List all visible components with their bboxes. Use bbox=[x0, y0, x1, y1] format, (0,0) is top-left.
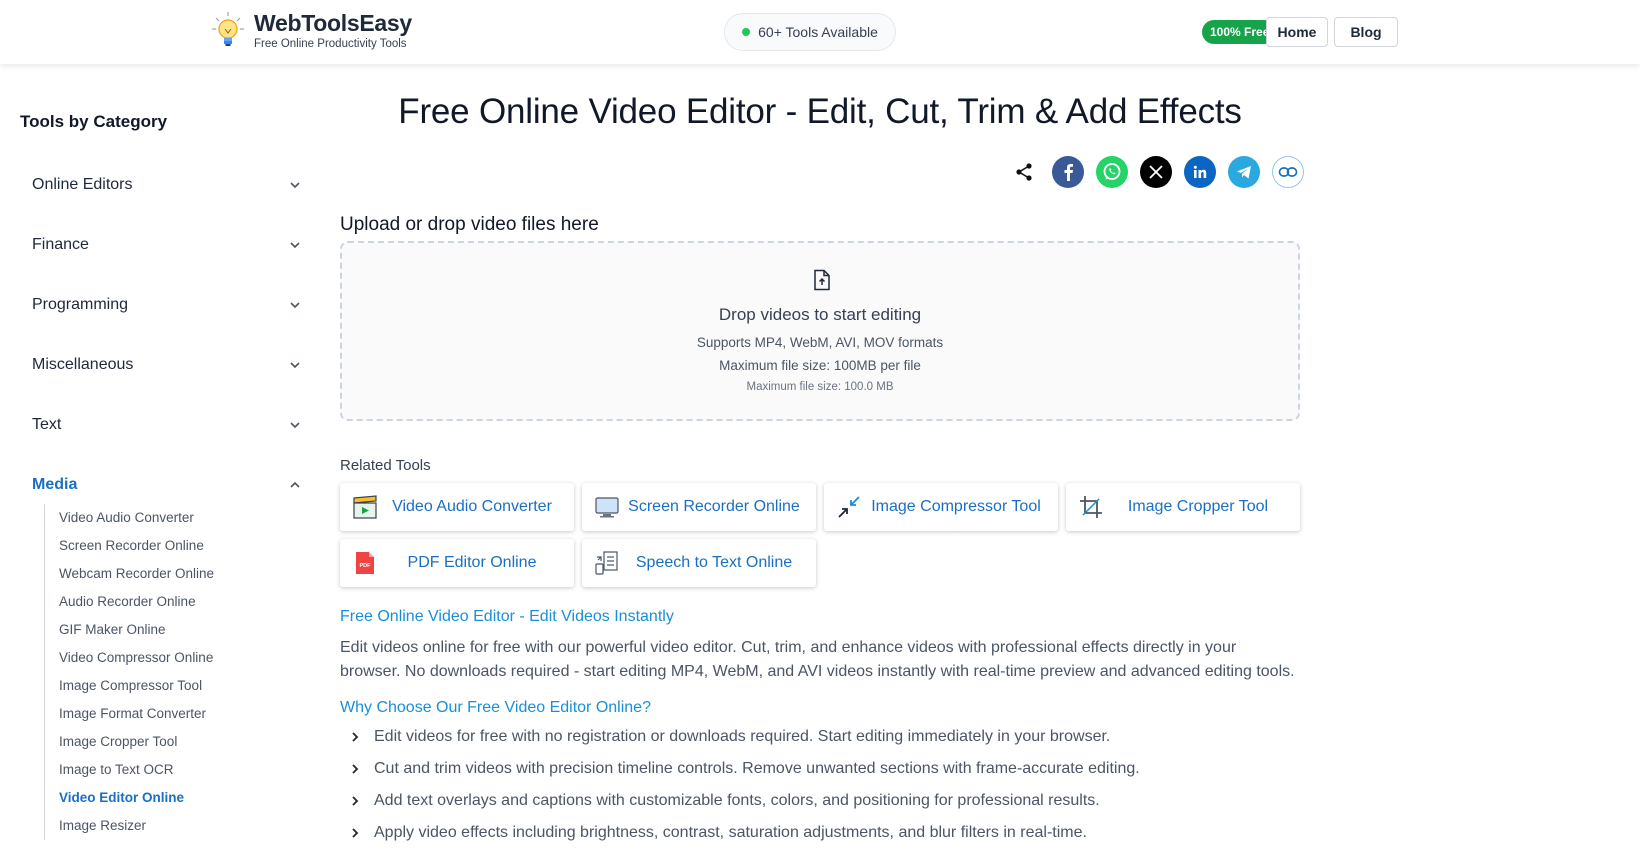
chevron-right-icon bbox=[352, 796, 359, 806]
sidebar-item-image-compressor[interactable]: Image Compressor Tool bbox=[59, 672, 214, 700]
svg-text:PDF: PDF bbox=[360, 563, 372, 569]
related-tool-label: Image Compressor Tool bbox=[871, 498, 1041, 515]
related-tool-image-compressor[interactable]: Image Compressor Tool bbox=[824, 483, 1058, 531]
top-header: WebToolsEasy Free Online Productivity To… bbox=[0, 0, 1640, 64]
dropzone-formats: Supports MP4, WebM, AVI, MOV formats bbox=[696, 335, 944, 350]
facebook-icon[interactable] bbox=[1052, 156, 1084, 188]
related-tool-pdf-editor[interactable]: PDF PDF Editor Online bbox=[340, 539, 574, 587]
media-tool-list: Video Audio Converter Screen Recorder On… bbox=[44, 504, 214, 840]
related-tool-video-audio-converter[interactable]: Video Audio Converter bbox=[340, 483, 574, 531]
lightbulb-logo-icon bbox=[212, 12, 244, 46]
sidebar-item-screen-recorder[interactable]: Screen Recorder Online bbox=[59, 532, 214, 560]
compress-arrows-icon bbox=[838, 496, 860, 518]
related-tool-image-cropper[interactable]: Image Cropper Tool bbox=[1066, 483, 1300, 531]
chevron-right-icon bbox=[352, 828, 359, 838]
why-heading[interactable]: Why Choose Our Free Video Editor Online? bbox=[340, 699, 651, 717]
sidebar-item-webcam-recorder[interactable]: Webcam Recorder Online bbox=[59, 560, 214, 588]
related-tool-label: PDF Editor Online bbox=[407, 554, 537, 571]
brand[interactable]: WebToolsEasy Free Online Productivity To… bbox=[210, 10, 412, 50]
category-sidebar: Tools by Category Online Editors Finance… bbox=[0, 64, 310, 856]
video-clapper-icon bbox=[353, 495, 377, 519]
file-upload-icon bbox=[814, 269, 830, 291]
list-item-text: Cut and trim videos with precision timel… bbox=[374, 760, 1140, 777]
category-label: Finance bbox=[32, 236, 89, 253]
status-dot-icon bbox=[742, 28, 751, 36]
chevron-down-icon bbox=[290, 362, 300, 369]
sidebar-item-audio-recorder[interactable]: Audio Recorder Online bbox=[59, 588, 214, 616]
list-item: Add text overlays and captions with cust… bbox=[348, 790, 1100, 812]
chevron-down-icon bbox=[290, 182, 300, 189]
category-label: Programming bbox=[32, 296, 129, 313]
dropzone-max-size-small: Maximum file size: 100.0 MB bbox=[746, 381, 894, 393]
list-item: Edit videos for free with no registratio… bbox=[348, 726, 1110, 748]
category-online-editors[interactable]: Online Editors bbox=[32, 170, 302, 200]
upload-label: Upload or drop video files here bbox=[340, 214, 599, 235]
related-tool-label: Image Cropper Tool bbox=[1127, 498, 1269, 515]
category-text[interactable]: Text bbox=[32, 410, 302, 440]
category-label: Online Editors bbox=[32, 176, 133, 193]
dropzone-max-size: Maximum file size: 100MB per file bbox=[719, 358, 921, 373]
chevron-right-icon bbox=[352, 732, 359, 742]
related-tool-label: Screen Recorder Online bbox=[628, 498, 800, 515]
whatsapp-icon[interactable] bbox=[1096, 156, 1128, 188]
category-programming[interactable]: Programming bbox=[32, 290, 302, 320]
crop-icon bbox=[1080, 496, 1102, 518]
brand-title: WebToolsEasy bbox=[254, 10, 412, 36]
sidebar-item-video-editor[interactable]: Video Editor Online bbox=[59, 784, 214, 812]
related-tools-label: Related Tools bbox=[340, 457, 431, 474]
monitor-icon bbox=[595, 497, 619, 518]
chevron-down-icon bbox=[290, 422, 300, 429]
share-icon[interactable] bbox=[1008, 156, 1040, 188]
chevron-down-icon bbox=[290, 242, 300, 249]
sidebar-item-video-audio-converter[interactable]: Video Audio Converter bbox=[59, 504, 214, 532]
x-icon[interactable] bbox=[1140, 156, 1172, 188]
sidebar-item-image-to-text-ocr[interactable]: Image to Text OCR bbox=[59, 756, 214, 784]
list-item-text: Add text overlays and captions with cust… bbox=[374, 792, 1100, 809]
category-media[interactable]: Media bbox=[32, 470, 302, 500]
share-bar bbox=[1008, 156, 1304, 188]
sidebar-item-video-compressor[interactable]: Video Compressor Online bbox=[59, 644, 214, 672]
link-icon[interactable] bbox=[1272, 156, 1304, 188]
sidebar-item-image-cropper[interactable]: Image Cropper Tool bbox=[59, 728, 214, 756]
linkedin-icon[interactable] bbox=[1184, 156, 1216, 188]
chevron-right-icon bbox=[352, 764, 359, 774]
category-label: Text bbox=[32, 416, 62, 433]
tools-available-pill: 60+ Tools Available bbox=[724, 13, 896, 51]
video-dropzone[interactable]: Drop videos to start editing Supports MP… bbox=[340, 241, 1300, 421]
tools-pill-label: 60+ Tools Available bbox=[758, 24, 878, 40]
related-tool-screen-recorder[interactable]: Screen Recorder Online bbox=[582, 483, 816, 531]
sidebar-title: Tools by Category bbox=[20, 112, 168, 131]
pdf-file-icon: PDF bbox=[356, 552, 374, 574]
related-tool-label: Speech to Text Online bbox=[635, 554, 793, 571]
home-button[interactable]: Home bbox=[1266, 17, 1328, 47]
blog-button[interactable]: Blog bbox=[1334, 17, 1398, 47]
related-tool-speech-to-text[interactable]: Speech to Text Online bbox=[582, 539, 816, 587]
dropzone-title: Drop videos to start editing bbox=[718, 305, 922, 324]
sidebar-item-image-format-converter[interactable]: Image Format Converter bbox=[59, 700, 214, 728]
sidebar-item-gif-maker[interactable]: GIF Maker Online bbox=[59, 616, 214, 644]
telegram-icon[interactable] bbox=[1228, 156, 1260, 188]
chevron-down-icon bbox=[290, 302, 300, 309]
chevron-up-icon bbox=[290, 481, 300, 488]
list-item: Cut and trim videos with precision timel… bbox=[348, 758, 1140, 780]
related-tool-label: Video Audio Converter bbox=[392, 498, 552, 515]
intro-heading[interactable]: Free Online Video Editor - Edit Videos I… bbox=[340, 608, 674, 626]
category-label: Miscellaneous bbox=[32, 356, 134, 373]
category-finance[interactable]: Finance bbox=[32, 230, 302, 260]
category-label: Media bbox=[32, 476, 78, 493]
brand-subtitle: Free Online Productivity Tools bbox=[254, 38, 407, 50]
page-title: Free Online Video Editor - Edit, Cut, Tr… bbox=[398, 92, 1242, 131]
sidebar-item-image-resizer[interactable]: Image Resizer bbox=[59, 812, 214, 840]
intro-paragraph: Edit videos online for free with our pow… bbox=[340, 639, 1295, 680]
list-item: Apply video effects including brightness… bbox=[348, 822, 1087, 844]
list-item-text: Apply video effects including brightness… bbox=[374, 824, 1087, 841]
category-miscellaneous[interactable]: Miscellaneous bbox=[32, 350, 302, 380]
speech-document-icon bbox=[595, 551, 618, 575]
list-item-text: Edit videos for free with no registratio… bbox=[374, 728, 1111, 745]
